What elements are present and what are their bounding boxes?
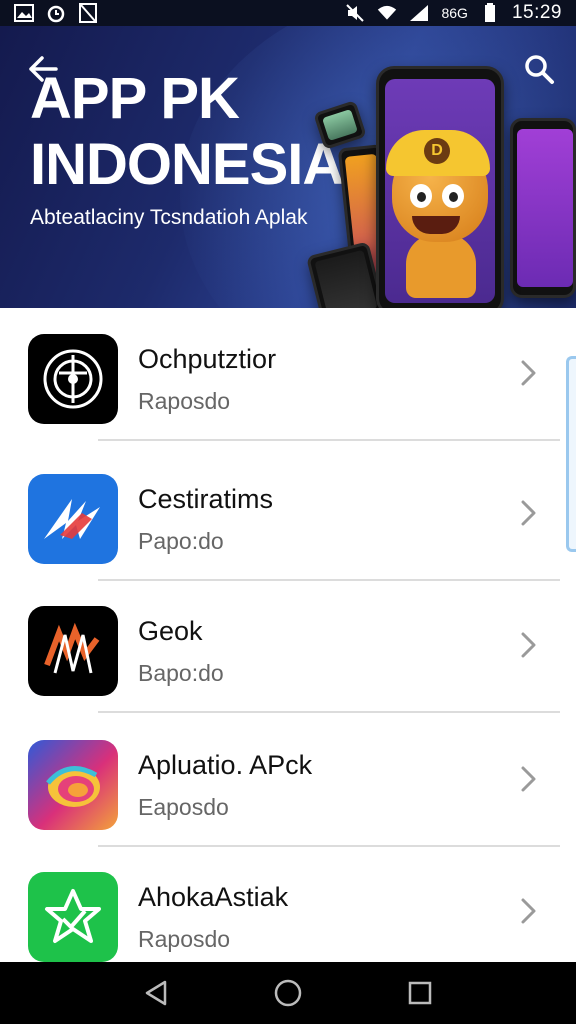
page-subtitle: Abteatlaciny Tcsndatioh Aplak	[30, 206, 308, 229]
vinyl-record-icon	[28, 334, 118, 424]
image-icon	[14, 4, 34, 22]
page-title: APP PK INDONESIA	[30, 66, 350, 198]
triangle-back-icon[interactable]	[139, 976, 173, 1010]
app-name: Ochputztior	[138, 344, 277, 374]
app-subtitle: Eaposdo	[138, 794, 229, 820]
system-nav-bar	[0, 962, 576, 1024]
chevron-right-icon	[518, 358, 540, 388]
circle-home-icon[interactable]	[271, 976, 305, 1010]
app-subtitle: Papo:do	[138, 528, 224, 554]
app-name: AhokaAstiak	[138, 882, 289, 912]
status-right-icons: 86G 15:29	[345, 2, 562, 24]
app-subtitle: Bapo:do	[138, 660, 224, 686]
clock: 15:29	[511, 2, 562, 23]
illustration-phone-right	[510, 118, 576, 298]
chevron-right-icon	[518, 630, 540, 660]
divider	[98, 439, 560, 441]
star-arrow-icon	[28, 872, 118, 962]
list-item[interactable]: Ochputztior Raposdo	[0, 308, 576, 441]
colorful-swirl-icon	[28, 740, 118, 830]
app-name: Cestiratims	[138, 484, 274, 514]
alarm-icon	[46, 4, 66, 23]
chevron-right-icon	[518, 764, 540, 794]
divider	[98, 711, 560, 713]
wifi-icon	[377, 4, 397, 22]
zigzag-logo-icon	[28, 606, 118, 696]
sim-blocked-icon	[78, 3, 98, 23]
app-name: Geok	[138, 616, 203, 646]
status-left-icons	[14, 3, 98, 23]
app-list: Ochputztior Raposdo Cestiratims Papo:do …	[0, 308, 576, 962]
list-item[interactable]: Cestiratims Papo:do	[0, 448, 576, 581]
list-item[interactable]: Geok Bapo:do	[0, 580, 576, 713]
edge-scroll-handle[interactable]	[566, 356, 576, 552]
list-item[interactable]: Apluatio. APck Eaposdo	[0, 714, 576, 847]
header-banner: APP PK INDONESIA Abteatlaciny Tcsndatioh…	[0, 26, 576, 308]
network-label: 86G	[441, 5, 468, 21]
app-subtitle: Raposdo	[138, 388, 231, 414]
chevron-right-icon	[518, 498, 540, 528]
mascot-illustration: D	[384, 130, 494, 300]
square-recents-icon[interactable]	[403, 976, 437, 1010]
battery-icon	[480, 3, 500, 22]
app-subtitle: Raposdo	[138, 926, 231, 952]
app-name: Apluatio. APck	[138, 750, 313, 780]
signal-icon	[409, 4, 429, 22]
title-line-1: APP PK	[30, 66, 240, 131]
chevron-right-icon	[518, 896, 540, 926]
mute-icon	[345, 4, 365, 22]
title-line-2: INDONESIA	[30, 132, 344, 197]
status-bar: 86G 15:29	[0, 0, 576, 26]
search-icon[interactable]	[522, 52, 556, 86]
list-item[interactable]: AhokaAstiak Raposdo	[0, 846, 576, 962]
ak-logo-icon	[28, 474, 118, 564]
